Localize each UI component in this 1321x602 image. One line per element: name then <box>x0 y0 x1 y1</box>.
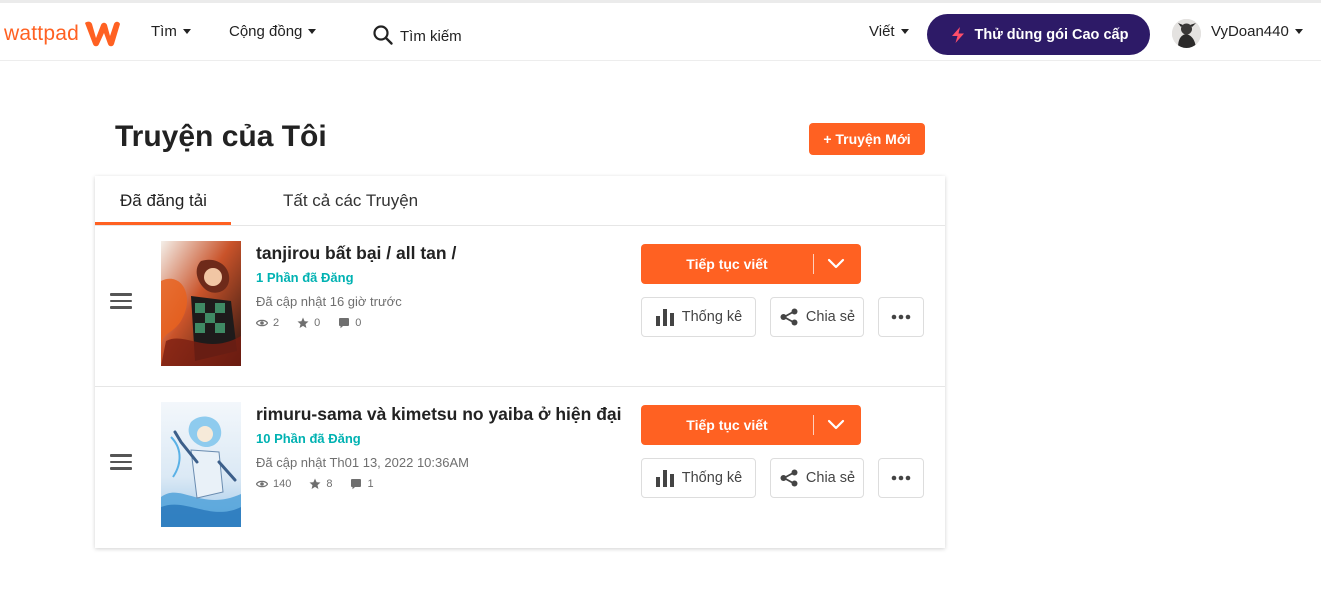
search-input[interactable] <box>400 25 620 47</box>
continue-writing-label: Tiếp tục viết <box>686 417 768 433</box>
stats-button[interactable]: Thống kê <box>641 297 756 337</box>
stats-label: Thống kê <box>681 309 743 325</box>
stats-label: Thống kê <box>681 470 743 486</box>
top-navigation: wattpad Tìm Cộng đồng Viết Thử dùng gói … <box>0 0 1321 61</box>
comments-count: 1 <box>367 478 374 490</box>
votes-count: 8 <box>326 478 333 490</box>
logo-text: wattpad <box>4 22 79 45</box>
nav-community[interactable]: Cộng đồng <box>229 23 317 40</box>
continue-writing-button[interactable]: Tiếp tục viết <box>641 405 861 445</box>
story-row: rimuru-sama và kimetsu no yaiba ở hiện đ… <box>95 387 945 548</box>
comments-stat: 0 <box>338 317 361 329</box>
star-icon <box>309 478 321 489</box>
more-icon <box>891 475 911 481</box>
story-row: tanjirou bất bại / all tan / 1 Phần đã Đ… <box>95 226 945 387</box>
username: VyDoan440 <box>1211 23 1289 40</box>
reads-stat: 140 <box>256 478 291 490</box>
chevron-down-icon <box>182 29 191 34</box>
story-cover[interactable] <box>161 241 241 366</box>
nav-write[interactable]: Viết <box>869 23 909 40</box>
divider <box>813 254 814 274</box>
reads-count: 2 <box>273 317 280 329</box>
updated-time: Đã cập nhật 16 giờ trước <box>256 294 402 309</box>
story-title[interactable]: rimuru-sama và kimetsu no yaiba ở hiện đ… <box>256 404 621 425</box>
story-stats: 2 0 0 <box>256 317 379 329</box>
share-label: Chia sẻ <box>805 470 856 486</box>
nav-community-label: Cộng đồng <box>229 23 303 40</box>
chevron-down-icon <box>308 29 317 34</box>
more-options-button[interactable] <box>878 458 924 498</box>
continue-writing-label: Tiếp tục viết <box>686 256 768 272</box>
drag-handle-icon[interactable] <box>110 293 132 309</box>
updated-time: Đã cập nhật Th01 13, 2022 10:36AM <box>256 455 469 470</box>
wattpad-logo[interactable]: wattpad <box>4 18 121 50</box>
avatar[interactable] <box>1172 19 1201 48</box>
votes-stat: 8 <box>309 478 332 490</box>
share-button[interactable]: Chia sẻ <box>770 458 864 498</box>
avatar-image <box>1172 19 1201 48</box>
chevron-down-icon[interactable] <box>827 418 845 432</box>
story-stats: 140 8 1 <box>256 478 392 490</box>
story-tabs: Đã đăng tải Tất cả các Truyện <box>95 176 945 226</box>
published-parts: 1 Phần đã Đăng <box>256 270 354 285</box>
votes-stat: 0 <box>297 317 320 329</box>
star-icon <box>297 317 309 328</box>
bar-chart-icon <box>655 309 674 326</box>
share-icon <box>780 469 798 487</box>
comment-icon <box>351 479 362 490</box>
drag-handle-icon[interactable] <box>110 454 132 470</box>
story-cover-image <box>161 402 241 527</box>
page-title: Truyện của Tôi <box>115 120 327 153</box>
comments-count: 0 <box>355 317 362 329</box>
story-cover-image <box>161 241 241 366</box>
reads-stat: 2 <box>256 317 279 329</box>
story-cover[interactable] <box>161 402 241 527</box>
reads-count: 140 <box>273 478 292 490</box>
published-parts: 10 Phần đã Đăng <box>256 431 361 446</box>
nav-browse-label: Tìm <box>151 23 177 40</box>
bar-chart-icon <box>655 470 674 487</box>
share-icon <box>780 308 798 326</box>
comment-icon <box>339 318 350 329</box>
nav-write-label: Viết <box>869 23 895 40</box>
share-label: Chia sẻ <box>805 309 856 325</box>
tab-published[interactable]: Đã đăng tải <box>120 191 207 211</box>
more-icon <box>891 314 911 320</box>
chevron-down-icon <box>1294 29 1303 34</box>
try-premium-button[interactable]: Thử dùng gói Cao cấp <box>927 14 1150 55</box>
divider <box>813 415 814 435</box>
active-tab-indicator <box>95 222 231 225</box>
chevron-down-icon <box>900 29 909 34</box>
lightning-icon <box>951 26 964 43</box>
eye-icon <box>256 319 268 327</box>
votes-count: 0 <box>314 317 321 329</box>
more-options-button[interactable] <box>878 297 924 337</box>
new-story-button[interactable]: + Truyện Mới <box>809 123 925 155</box>
tab-all-stories[interactable]: Tất cả các Truyện <box>283 191 418 211</box>
stats-button[interactable]: Thống kê <box>641 458 756 498</box>
chevron-down-icon[interactable] <box>827 257 845 271</box>
continue-writing-button[interactable]: Tiếp tục viết <box>641 244 861 284</box>
eye-icon <box>256 480 268 488</box>
user-menu[interactable]: VyDoan440 <box>1211 23 1303 40</box>
story-title[interactable]: tanjirou bất bại / all tan / <box>256 243 456 264</box>
premium-label: Thử dùng gói Cao cấp <box>974 26 1129 43</box>
search-icon[interactable] <box>372 24 394 46</box>
wattpad-w-icon <box>84 21 120 47</box>
nav-browse[interactable]: Tìm <box>151 23 191 40</box>
my-stories-card: Đã đăng tải Tất cả các Truyện tanjirou b… <box>95 176 945 548</box>
comments-stat: 1 <box>350 478 374 490</box>
share-button[interactable]: Chia sẻ <box>770 297 864 337</box>
